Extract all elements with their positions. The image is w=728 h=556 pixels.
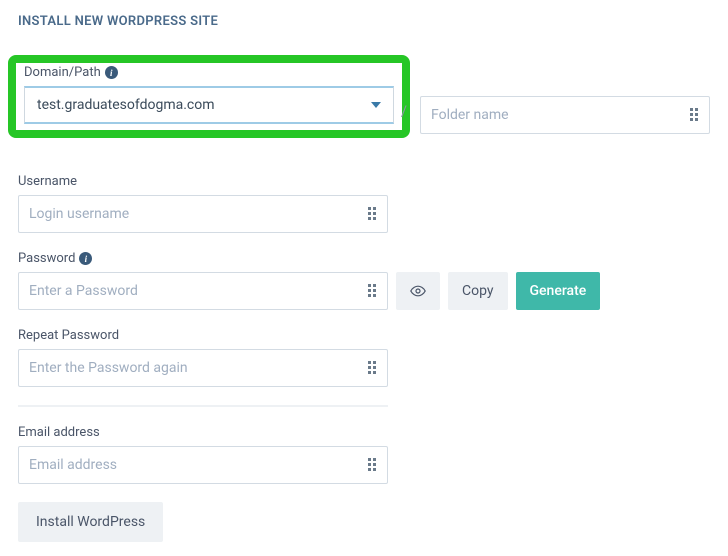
- copy-button[interactable]: Copy: [448, 272, 508, 310]
- page-title: INSTALL NEW WORDPRESS SITE: [18, 14, 710, 29]
- email-group: Email address: [18, 425, 388, 484]
- password-label-text: Password: [18, 251, 75, 266]
- domain-path-label-text: Domain/Path: [24, 65, 101, 80]
- info-icon[interactable]: i: [105, 66, 118, 79]
- password-input[interactable]: [18, 272, 388, 310]
- folder-input[interactable]: [420, 96, 710, 134]
- repeat-password-group: Repeat Password: [18, 328, 388, 387]
- password-group: Password i Copy Generate: [18, 251, 710, 310]
- domain-highlight: Domain/Path i test.graduatesofdogma.com: [8, 55, 410, 138]
- email-label: Email address: [18, 425, 388, 440]
- show-password-button[interactable]: [396, 272, 440, 310]
- domain-path-row: Domain/Path i test.graduatesofdogma.com …: [18, 55, 710, 156]
- domain-select[interactable]: test.graduatesofdogma.com: [24, 86, 394, 124]
- password-label: Password i: [18, 251, 710, 266]
- handle-icon: [368, 458, 378, 472]
- eye-icon: [410, 284, 426, 298]
- repeat-password-label: Repeat Password: [18, 328, 388, 343]
- handle-icon: [368, 361, 378, 375]
- chevron-down-icon: [371, 102, 381, 108]
- handle-icon: [690, 108, 700, 122]
- email-input[interactable]: [18, 446, 388, 484]
- info-icon[interactable]: i: [79, 252, 92, 265]
- repeat-password-input[interactable]: [18, 349, 388, 387]
- handle-icon: [368, 284, 378, 298]
- install-button[interactable]: Install WordPress: [18, 502, 163, 542]
- username-label: Username: [18, 174, 388, 189]
- divider: [18, 405, 388, 407]
- domain-select-value: test.graduatesofdogma.com: [37, 97, 215, 113]
- username-input[interactable]: [18, 195, 388, 233]
- handle-icon: [368, 207, 378, 221]
- domain-path-label: Domain/Path i: [24, 65, 394, 80]
- username-group: Username: [18, 174, 388, 233]
- generate-button[interactable]: Generate: [516, 272, 601, 310]
